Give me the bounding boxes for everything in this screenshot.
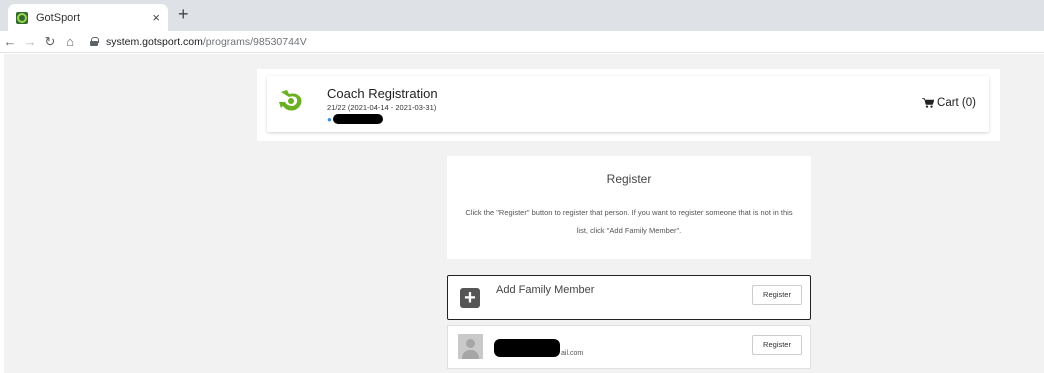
new-tab-icon[interactable]: + — [178, 4, 189, 25]
url-host: system.gotsport.com — [106, 35, 203, 48]
register-heading: Register — [606, 172, 652, 186]
browser-toolbar: ← → ↻ ⌂ system.gotsport.com/programs/985… — [0, 31, 1044, 53]
avatar-placeholder-icon — [458, 334, 483, 359]
register-instructions: Click the "Register" button to register … — [465, 208, 793, 235]
close-tab-icon[interactable]: × — [152, 10, 160, 25]
lock-icon — [90, 37, 99, 46]
reload-icon[interactable]: ↻ — [40, 34, 60, 50]
family-member-row: ail.com Register — [447, 325, 811, 369]
back-arrow-icon[interactable]: ← — [0, 34, 20, 49]
url-path: /programs/98530744V — [202, 35, 307, 48]
tab-title: GotSport — [36, 11, 81, 24]
person-register-button[interactable]: Register — [752, 335, 802, 355]
program-header-inner: Coach Registration 21/22 (2021-04-14 - 2… — [267, 76, 989, 132]
shopping-cart-icon — [922, 98, 935, 108]
email-suffix: ail.com — [561, 350, 584, 357]
program-season-dates: 21/22 (2021-04-14 - 2021-03-31) — [327, 103, 437, 112]
forward-arrow-icon[interactable]: → — [20, 34, 40, 49]
page-background: Coach Registration 21/22 (2021-04-14 - 2… — [4, 54, 1044, 373]
redacted-person-info — [494, 339, 560, 357]
program-header: Coach Registration 21/22 (2021-04-14 - 2… — [257, 69, 1000, 141]
add-family-member-label: Add Family Member — [496, 284, 595, 296]
cart-link[interactable]: Cart (0) — [922, 97, 976, 109]
gotsport-logo-icon — [279, 90, 302, 111]
program-title: Coach Registration — [327, 86, 438, 101]
user-icon: ● — [327, 114, 332, 124]
redacted-user-name — [332, 114, 383, 124]
plus-icon: + — [460, 288, 480, 308]
register-panel: Register Click the "Register" button to … — [447, 156, 811, 259]
browser-tab[interactable]: GotSport × — [8, 4, 168, 31]
browser-tab-strip: GotSport × + — [0, 0, 1044, 31]
cart-label: Cart (0) — [937, 97, 976, 109]
gotsport-favicon-icon — [16, 11, 28, 24]
person-email: ail.com — [494, 339, 583, 357]
account-user: ● — [327, 113, 383, 125]
add-family-member-register-button[interactable]: Register — [752, 285, 802, 305]
home-icon[interactable]: ⌂ — [60, 34, 80, 49]
add-family-member-row[interactable]: + Add Family Member Register — [447, 275, 811, 320]
address-bar[interactable]: system.gotsport.com/programs/98530744V — [90, 36, 307, 48]
